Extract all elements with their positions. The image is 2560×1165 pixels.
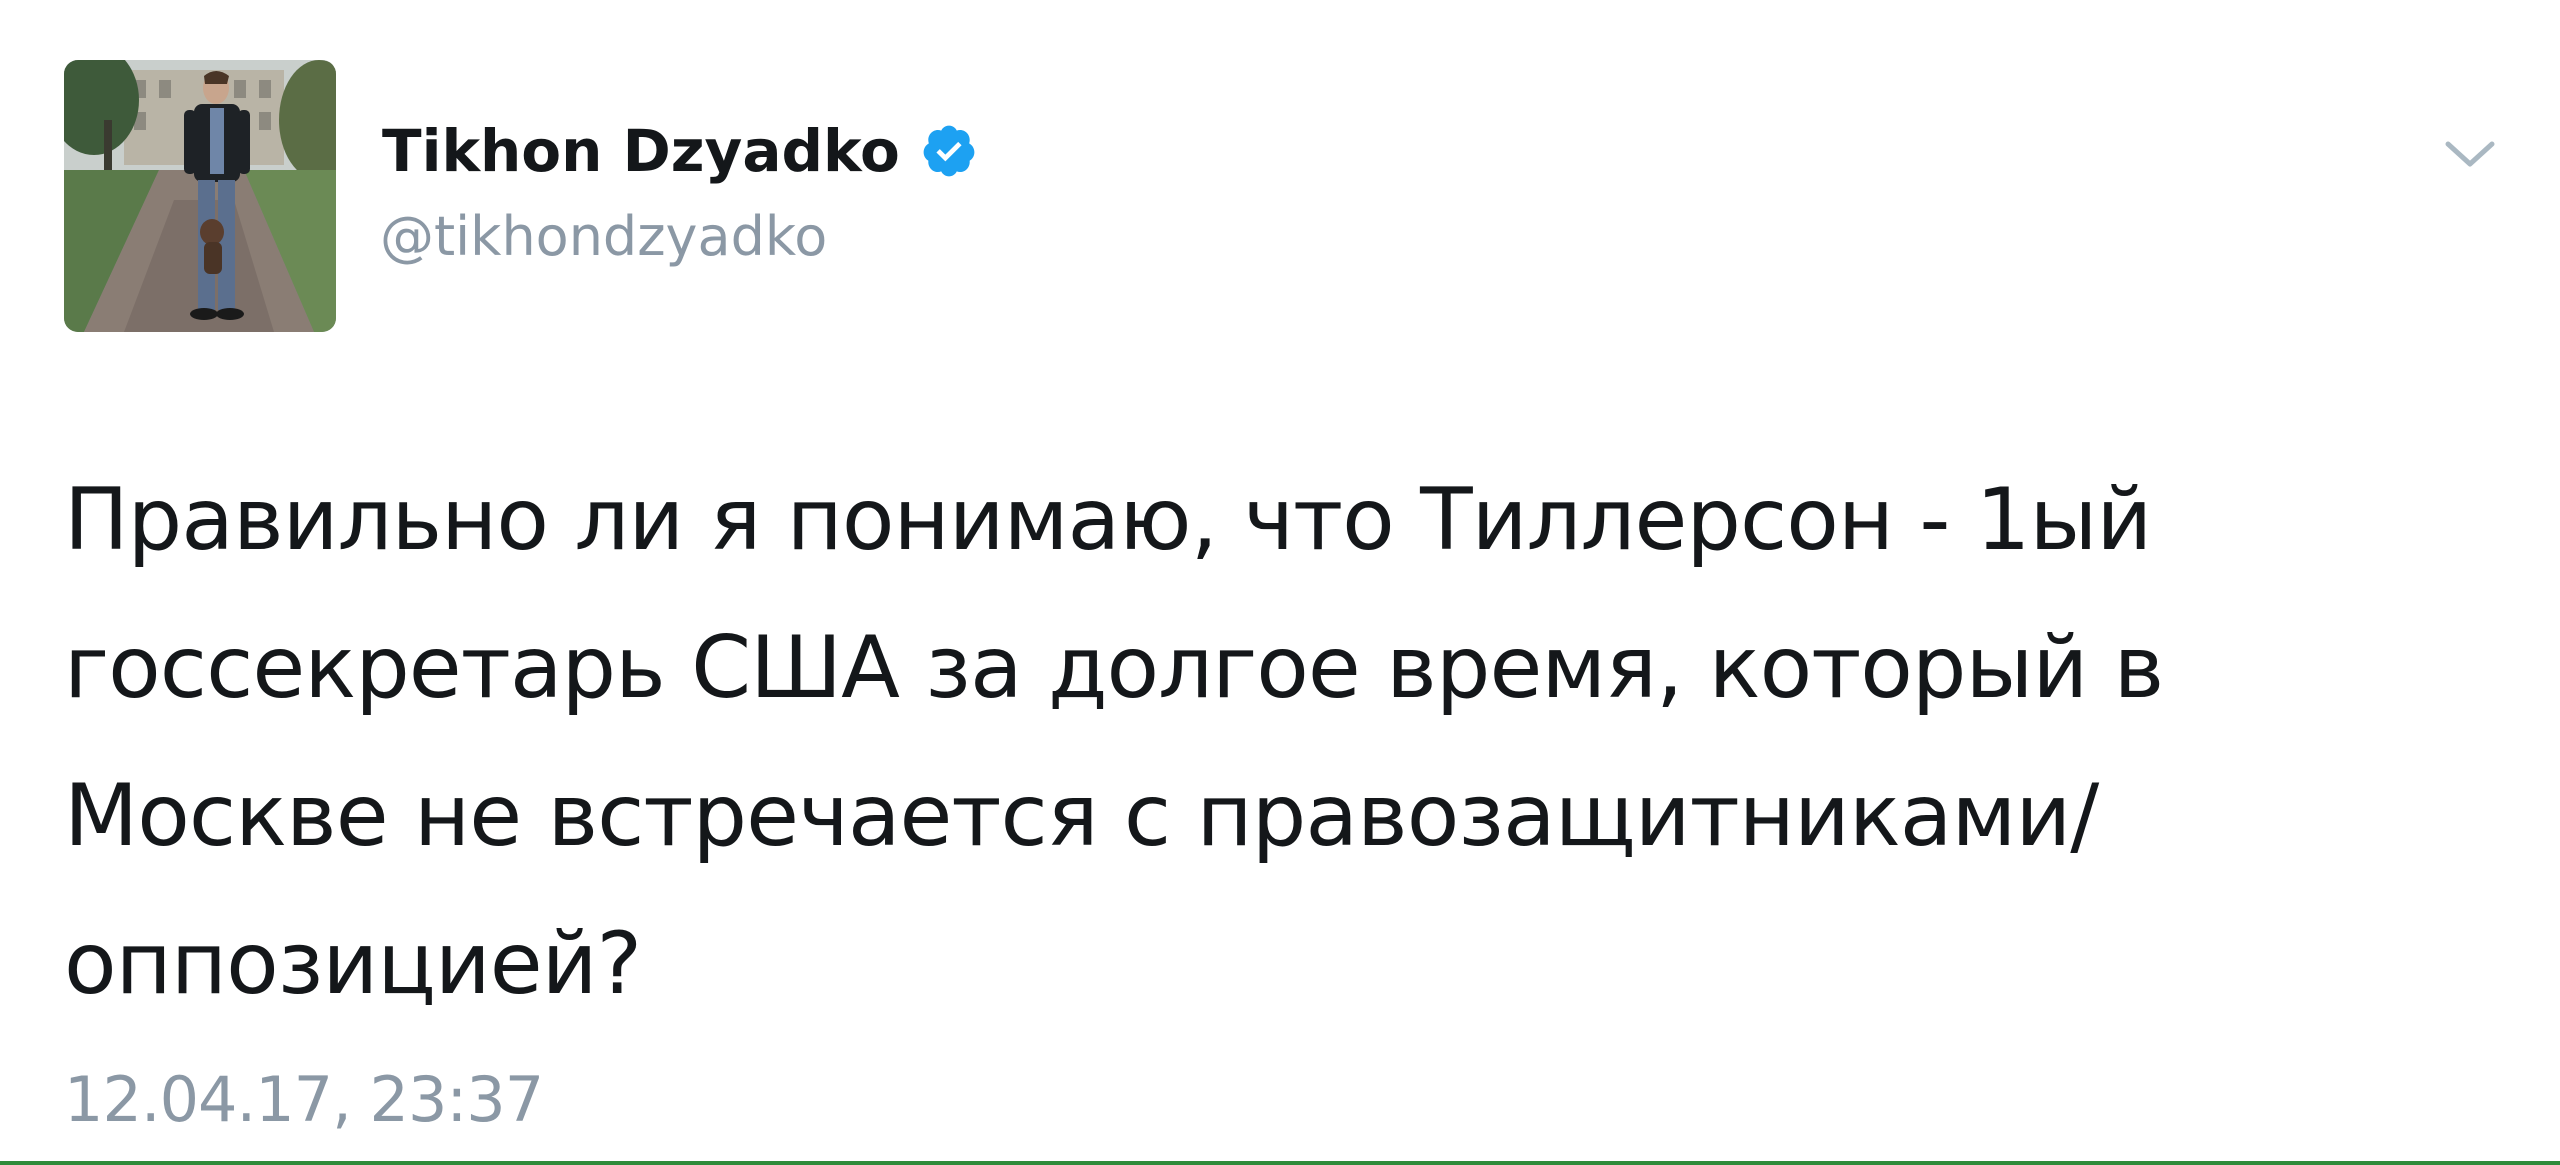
chevron-down-icon[interactable] <box>2442 136 2498 172</box>
display-name-text[interactable]: Tikhon Dzyadko <box>382 108 900 194</box>
tweet-text-line: Москве не встречается с правозащитниками… <box>64 766 2099 866</box>
tweet-text: Правильно ли я понимаю, что Тиллерсон - … <box>64 446 2414 1038</box>
bottom-divider <box>0 1161 2560 1165</box>
author-display-name[interactable]: Tikhon Dzyadko <box>382 108 978 194</box>
avatar-photo <box>64 60 336 332</box>
author-handle[interactable]: @tikhondzyadko <box>380 200 827 274</box>
tweet-text-line: госсекретарь США за долгое время, которы… <box>64 618 2164 718</box>
tweet-text-line: Правильно ли я понимаю, что Тиллерсон - … <box>64 470 2152 570</box>
avatar[interactable] <box>64 60 336 332</box>
verified-badge-icon <box>920 122 978 180</box>
tweet-card: Tikhon Dzyadko @tikhondzyadko Правильно … <box>0 0 2560 1165</box>
tweet-timestamp[interactable]: 12.04.17, 23:37 <box>64 1058 544 1142</box>
tweet-text-line: оппозицией? <box>64 914 642 1014</box>
